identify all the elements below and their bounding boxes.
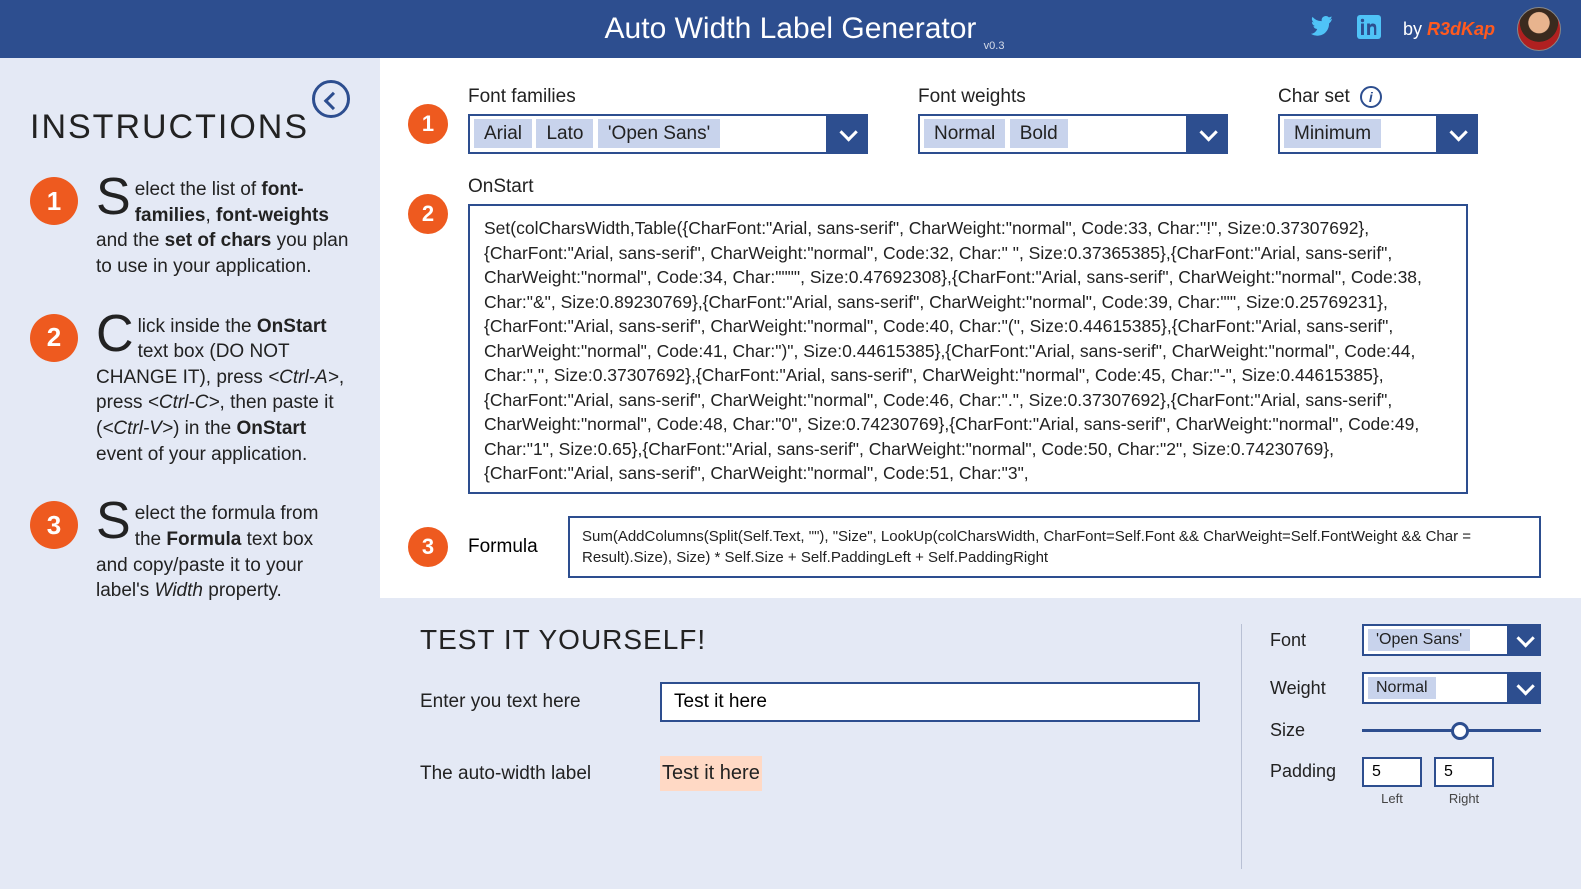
instruction-text: Select the formula from the Formula text… — [96, 501, 350, 604]
by-prefix: by — [1403, 19, 1427, 39]
test-font-label: Font — [1270, 630, 1346, 651]
author-name[interactable]: R3dKap — [1427, 19, 1495, 39]
test-panel: TEST IT YOURSELF! Enter you text here Th… — [380, 598, 1581, 889]
chevron-down-icon[interactable] — [1507, 674, 1539, 702]
test-padding-label: Padding — [1270, 757, 1346, 782]
enter-text-input[interactable] — [660, 682, 1200, 722]
fontweight-label: Font weights — [918, 86, 1228, 108]
app-title-text: Auto Width Label Generator — [605, 12, 977, 45]
main-panel: 1 Font families Arial Lato 'Open Sans' F… — [380, 58, 1581, 889]
avatar[interactable] — [1517, 7, 1561, 51]
instruction-item: 1 Select the list of font-families, font… — [30, 177, 350, 280]
instructions-sidebar: INSTRUCTIONS 1 Select the list of font-f… — [0, 58, 380, 889]
twitter-icon[interactable] — [1309, 16, 1335, 43]
chevron-down-icon[interactable] — [1507, 626, 1539, 654]
padding-left-sublabel: Left — [1381, 791, 1403, 806]
instruction-item: 3 Select the formula from the Formula te… — [30, 501, 350, 604]
enter-text-label: Enter you text here — [420, 691, 620, 713]
chevron-down-icon[interactable] — [1436, 116, 1476, 152]
formula-label: Formula — [468, 536, 548, 558]
step-badge: 3 — [30, 501, 78, 549]
test-controls: Font 'Open Sans' Weight Normal Size — [1241, 624, 1541, 869]
autowidth-label: The auto-width label — [420, 763, 620, 785]
onstart-textbox[interactable]: Set(colCharsWidth,Table({CharFont:"Arial… — [468, 204, 1468, 494]
step-badge: 2 — [30, 314, 78, 362]
collapse-sidebar-button[interactable] — [312, 80, 350, 118]
step-badge-3: 3 — [408, 527, 448, 567]
step-badge: 1 — [30, 177, 78, 225]
autowidth-result: Test it here — [660, 756, 762, 791]
test-font-select[interactable]: 'Open Sans' — [1362, 624, 1541, 656]
test-font-value: 'Open Sans' — [1368, 629, 1470, 651]
instruction-item: 2 Click inside the OnStart text box (DO … — [30, 314, 350, 468]
instruction-text: Select the list of font-families, font-w… — [96, 177, 350, 280]
select-tag: 'Open Sans' — [598, 119, 720, 148]
fontweight-select[interactable]: Normal Bold — [918, 114, 1228, 154]
test-size-label: Size — [1270, 720, 1346, 741]
fontfam-label: Font families — [468, 86, 868, 108]
instruction-text: Click inside the OnStart text box (DO NO… — [96, 314, 350, 468]
charset-select[interactable]: Minimum — [1278, 114, 1478, 154]
step-badge-2: 2 — [408, 194, 448, 234]
padding-left-input[interactable] — [1362, 757, 1422, 787]
header-right: by R3dKap — [1309, 7, 1561, 51]
app-version: v0.3 — [984, 40, 1005, 52]
chevron-left-icon — [325, 93, 338, 106]
linkedin-icon[interactable] — [1357, 15, 1381, 44]
test-size-slider[interactable] — [1362, 721, 1541, 741]
select-tag: Lato — [536, 119, 593, 148]
app-title: Auto Width Label Generator v0.3 — [605, 12, 977, 46]
select-tag: Arial — [474, 119, 532, 148]
test-weight-label: Weight — [1270, 678, 1346, 699]
chevron-down-icon[interactable] — [1186, 116, 1226, 152]
test-heading: TEST IT YOURSELF! — [420, 624, 1211, 656]
author-credit: by R3dKap — [1403, 19, 1495, 40]
step-badge-1: 1 — [408, 104, 448, 144]
padding-right-input[interactable] — [1434, 757, 1494, 787]
test-weight-value: Normal — [1368, 677, 1436, 699]
charset-label: Char set i — [1278, 86, 1478, 108]
test-weight-select[interactable]: Normal — [1362, 672, 1541, 704]
select-tag: Bold — [1010, 119, 1068, 148]
formula-textbox[interactable]: Sum(AddColumns(Split(Self.Text, ""), "Si… — [568, 516, 1541, 578]
app-header: Auto Width Label Generator v0.3 by R3dKa… — [0, 0, 1581, 58]
fontfam-select[interactable]: Arial Lato 'Open Sans' — [468, 114, 868, 154]
onstart-label: OnStart — [468, 176, 1468, 198]
config-section: 1 Font families Arial Lato 'Open Sans' F… — [380, 58, 1581, 598]
chevron-down-icon[interactable] — [826, 116, 866, 152]
select-tag: Normal — [924, 119, 1005, 148]
info-icon[interactable]: i — [1360, 86, 1382, 108]
padding-right-sublabel: Right — [1449, 791, 1479, 806]
select-tag: Minimum — [1284, 119, 1381, 148]
instructions-heading: INSTRUCTIONS — [30, 108, 350, 147]
